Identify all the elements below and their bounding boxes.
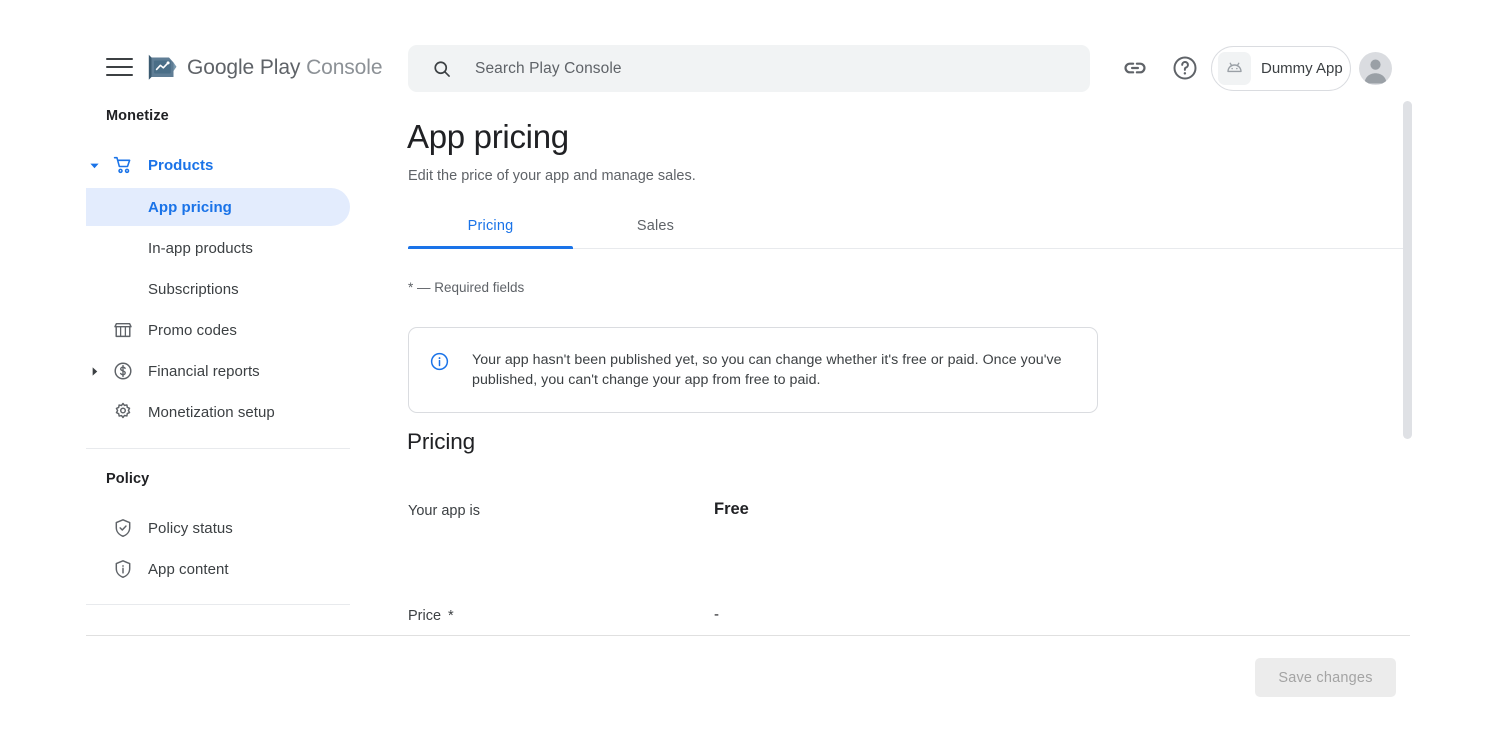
- sidebar-item-label: Promo codes: [148, 322, 237, 339]
- save-changes-button[interactable]: Save changes: [1255, 658, 1396, 697]
- shopping-cart-icon: [110, 146, 136, 184]
- tab-bar: Pricing Sales: [408, 208, 1408, 248]
- sidebar-divider: [86, 448, 350, 449]
- hamburger-menu-icon[interactable]: [106, 54, 134, 80]
- help-circle-icon[interactable]: [1171, 54, 1199, 82]
- tab-pricing[interactable]: Pricing: [408, 208, 573, 248]
- sidebar: Monetize Products App pricing In-app pro…: [0, 100, 380, 635]
- search-placeholder: Search Play Console: [475, 60, 622, 78]
- sidebar-divider: [86, 604, 350, 605]
- info-banner-text: Your app hasn't been published yet, so y…: [472, 350, 1077, 390]
- shield-info-icon: [110, 550, 136, 588]
- play-console-logo-icon: [148, 53, 178, 83]
- sidebar-item-app-pricing[interactable]: App pricing: [86, 188, 350, 226]
- brand[interactable]: Google Play Console: [148, 52, 382, 84]
- required-asterisk: *: [448, 608, 454, 624]
- brand-name-secondary: Console: [306, 56, 382, 79]
- caret-down-icon[interactable]: [86, 146, 102, 184]
- tab-sales[interactable]: Sales: [573, 208, 738, 248]
- sidebar-item-policy-status[interactable]: Policy status: [86, 509, 350, 547]
- sidebar-item-label: Monetization setup: [148, 404, 275, 421]
- sidebar-section-monetize: Monetize: [106, 108, 169, 124]
- dollar-circle-icon: [110, 352, 136, 390]
- shield-check-icon: [110, 509, 136, 547]
- sidebar-item-label: App content: [148, 561, 229, 578]
- top-bar: Google Play Console Search Play Console: [0, 0, 1500, 100]
- brand-name-primary: Google Play: [187, 56, 300, 79]
- sidebar-item-label: Products: [148, 157, 213, 174]
- android-head-icon: [1218, 52, 1251, 85]
- label-price-text: Price: [408, 608, 441, 624]
- value-app-price-type: Free: [714, 500, 749, 519]
- sidebar-item-subscriptions[interactable]: Subscriptions: [86, 270, 350, 308]
- brand-text: Google Play Console: [187, 56, 382, 80]
- storefront-icon: [110, 311, 136, 349]
- user-avatar-icon: [1359, 52, 1392, 85]
- search-input[interactable]: Search Play Console: [408, 45, 1090, 92]
- sidebar-item-products[interactable]: Products: [86, 146, 350, 184]
- sidebar-item-label: Policy status: [148, 520, 233, 537]
- link-icon[interactable]: [1121, 54, 1149, 82]
- info-circle-icon: [429, 351, 450, 372]
- sidebar-item-promo-codes[interactable]: Promo codes: [86, 311, 350, 349]
- app-pricing-page: Google Play Console Search Play Console: [0, 0, 1500, 750]
- footer-action-bar: Save changes: [0, 636, 1500, 750]
- sidebar-item-label: Financial reports: [148, 363, 260, 380]
- app-selector[interactable]: Dummy App: [1211, 46, 1351, 91]
- sidebar-section-policy: Policy: [106, 471, 149, 487]
- avatar[interactable]: [1359, 52, 1392, 85]
- sidebar-item-label: App pricing: [148, 199, 232, 216]
- sidebar-item-app-content[interactable]: App content: [86, 550, 350, 588]
- sidebar-item-in-app-products[interactable]: In-app products: [86, 229, 350, 267]
- label-price: Price *: [408, 608, 454, 624]
- tab-active-indicator: [408, 246, 573, 249]
- required-fields-note: * — Required fields: [408, 280, 524, 295]
- caret-right-icon[interactable]: [86, 352, 102, 390]
- sidebar-item-monetization-setup[interactable]: Monetization setup: [86, 393, 350, 431]
- page-scrollbar-thumb[interactable]: [1403, 101, 1412, 439]
- search-icon: [432, 59, 452, 79]
- info-banner: Your app hasn't been published yet, so y…: [408, 327, 1098, 413]
- sidebar-item-label: Subscriptions: [148, 281, 239, 298]
- section-heading-pricing: Pricing: [407, 429, 475, 455]
- page-title: App pricing: [407, 118, 569, 156]
- gear-icon: [110, 393, 136, 431]
- sidebar-item-financial-reports[interactable]: Financial reports: [86, 352, 350, 390]
- page-subtitle: Edit the price of your app and manage sa…: [408, 168, 696, 184]
- app-name-label: Dummy App: [1261, 60, 1343, 77]
- sidebar-item-label: In-app products: [148, 240, 253, 257]
- label-your-app-is: Your app is: [408, 503, 480, 519]
- main-content: App pricing Edit the price of your app a…: [380, 100, 1500, 635]
- value-price: -: [714, 606, 719, 623]
